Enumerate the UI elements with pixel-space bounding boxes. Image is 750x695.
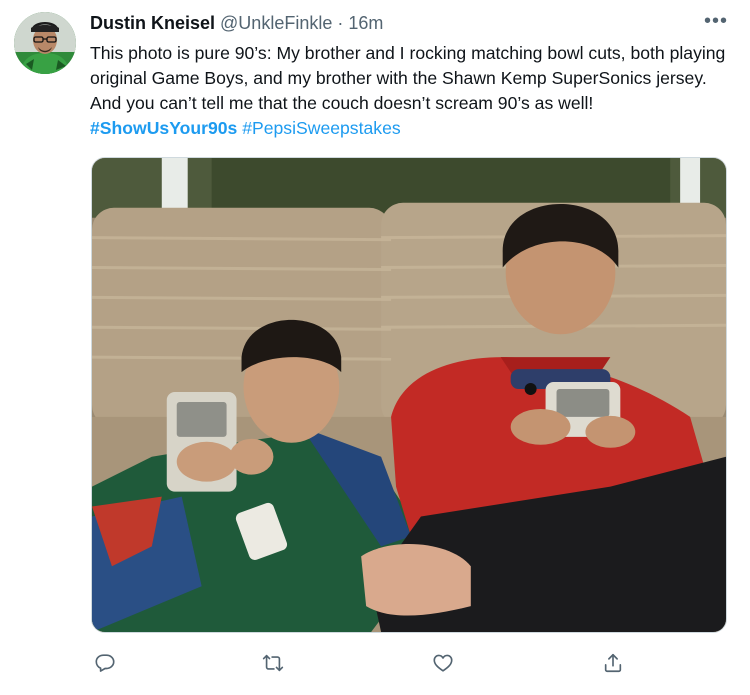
share-button[interactable] [598,648,628,678]
separator-dot: · [337,13,344,33]
author-handle[interactable]: @UnkleFinkle [220,13,332,34]
tweet-header: Dustin Kneisel @UnkleFinkle · 16m [90,13,383,37]
more-options-button[interactable]: ••• [702,11,730,35]
user-avatar-icon [14,12,76,74]
author-avatar[interactable] [14,12,76,74]
tweet-text: This photo is pure 90’s: My brother and … [90,41,730,141]
retweet-button[interactable] [258,648,288,678]
timestamp[interactable]: 16m [348,13,383,34]
hashtag-link[interactable]: #PepsiSweepstakes [242,118,400,138]
tweet[interactable]: Dustin Kneisel @UnkleFinkle · 16m ••• Th… [0,0,750,695]
share-icon [604,653,622,673]
like-button[interactable] [428,648,458,678]
retweet-icon [262,654,284,672]
hashtag-link[interactable]: #ShowUsYour90s [90,118,237,138]
reply-icon [95,654,115,672]
tweet-actions [90,648,730,678]
more-horizontal-icon: ••• [703,10,728,32]
reply-button[interactable] [90,648,120,678]
author-name[interactable]: Dustin Kneisel [90,13,215,34]
tweet-photo[interactable] [91,157,727,633]
photo-two-boys-gameboys-on-couch-icon [92,158,726,632]
tweet-body: This photo is pure 90’s: My brother and … [90,43,726,113]
heart-icon [433,654,453,672]
